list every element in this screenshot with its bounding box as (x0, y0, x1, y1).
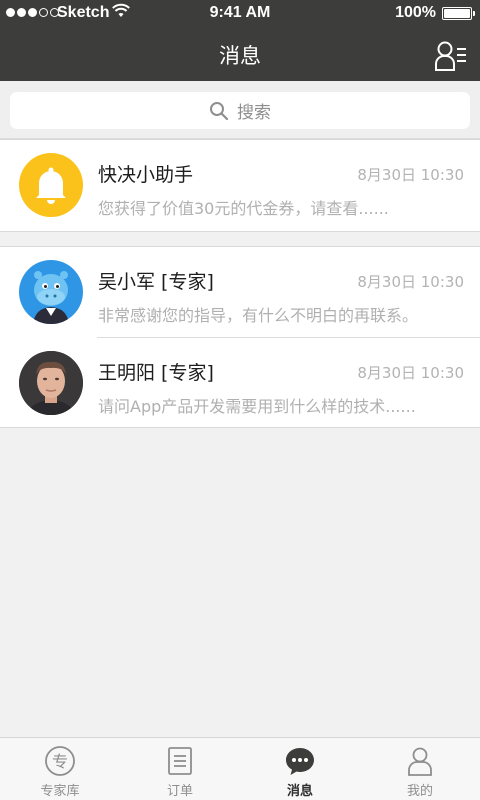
chat-bubble-icon (286, 748, 314, 775)
chat-message-group: 吴小军 [专家] 8月30日 10:30 非常感谢您的指导，有什么不明白的再联系… (0, 246, 480, 428)
person-photo-avatar (19, 351, 83, 415)
tab-label: 专家库 (40, 784, 80, 799)
message-time: 8月30日 10:30 (357, 273, 464, 291)
tab-orders[interactable]: 订单 (120, 738, 240, 800)
tab-profile[interactable]: 我的 (360, 738, 480, 800)
contact-name: 吴小军 [专家] (98, 271, 214, 293)
bell-icon (19, 153, 83, 217)
search-placeholder: 搜索 (237, 103, 271, 123)
message-preview: 请问App产品开发需要用到什么样的技术...... (98, 397, 416, 416)
message-time: 8月30日 10:30 (357, 364, 464, 382)
search-bar: 搜索 (0, 81, 480, 139)
user-icon (408, 747, 432, 776)
status-bar: Sketch 9:41 AM 100% (0, 0, 480, 27)
list-item[interactable]: 快决小助手 8月30日 10:30 您获得了价值30元的代金券，请查看.....… (0, 140, 480, 230)
contacts-list-icon[interactable] (434, 40, 468, 72)
app-header: Sketch 9:41 AM 100% 消息 (0, 0, 480, 81)
tab-label: 消息 (286, 784, 313, 799)
expert-icon: 专 (45, 746, 75, 776)
search-icon (210, 101, 229, 120)
battery-icon (442, 7, 475, 20)
system-message-group: 快决小助手 8月30日 10:30 您获得了价值30元的代金券，请查看.....… (0, 139, 480, 232)
hippo-avatar (19, 260, 83, 324)
tab-label: 订单 (166, 784, 193, 799)
tab-bar: 专 专家库 订单 消息 我的 (0, 737, 480, 800)
message-preview: 您获得了价值30元的代金券，请查看...... (98, 199, 389, 218)
tab-messages[interactable]: 消息 (240, 738, 360, 800)
message-time: 8月30日 10:30 (357, 166, 464, 184)
page-title: 消息 (219, 44, 261, 68)
battery-percentage: 100% (395, 4, 436, 21)
list-item[interactable]: 王明阳 [专家] 8月30日 10:30 请问App产品开发需要用到什么样的技术… (0, 338, 480, 428)
tab-experts[interactable]: 专 专家库 (0, 738, 120, 800)
tab-label: 我的 (406, 784, 433, 799)
search-input[interactable]: 搜索 (10, 92, 470, 129)
list-item[interactable]: 吴小军 [专家] 8月30日 10:30 非常感谢您的指导，有什么不明白的再联系… (0, 247, 480, 337)
contact-name: 快决小助手 (98, 164, 194, 186)
contact-name: 王明阳 [专家] (98, 362, 214, 384)
order-list-icon (168, 747, 192, 775)
message-preview: 非常感谢您的指导，有什么不明白的再联系。 (98, 306, 419, 325)
svg-text:专: 专 (52, 752, 68, 771)
